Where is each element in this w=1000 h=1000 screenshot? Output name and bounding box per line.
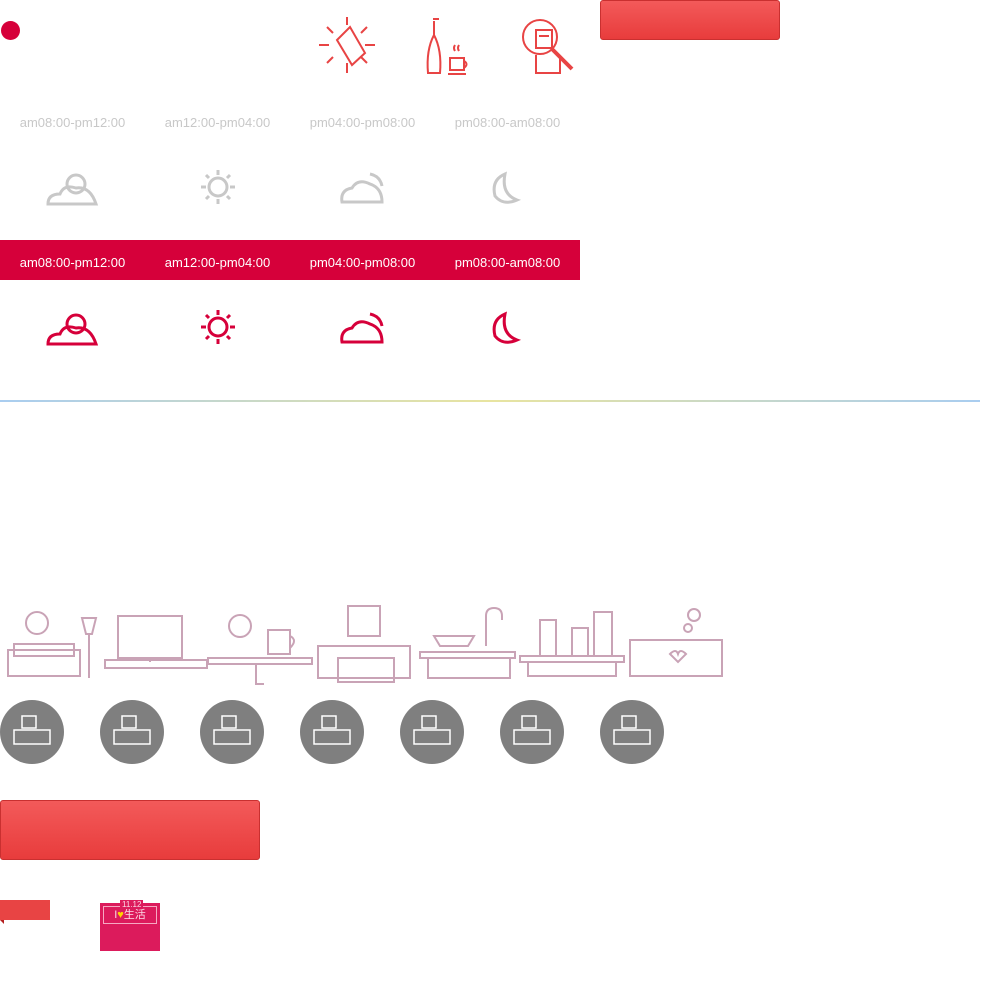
- room-thumbnail-icon: [13, 715, 51, 745]
- time-icons-red: [46, 310, 522, 346]
- room-button-living-room[interactable]: [0, 700, 64, 764]
- red-dot: [1, 21, 20, 40]
- time-slot-label: am12:00-pm04:00: [164, 115, 271, 130]
- room-thumbnail-icon: [313, 715, 351, 745]
- room-button-bedroom[interactable]: [300, 700, 364, 764]
- time-icons-grey: [46, 170, 522, 206]
- sun-icon: [201, 310, 235, 344]
- bathroom-icon: [519, 611, 625, 677]
- cloud-moon-icon: [340, 312, 384, 344]
- time-slot-band-active: am08:00-pm12:00 am12:00-pm04:00 pm04:00-…: [0, 240, 580, 280]
- time-slot-active[interactable]: pm08:00-am08:00: [435, 255, 580, 270]
- badge-date: 11.12: [120, 900, 144, 909]
- love-life-badge: I♥生活 11.12: [100, 900, 160, 951]
- room-thumbnail-icon: [213, 715, 251, 745]
- kitchen-icon: [419, 606, 516, 679]
- room-button-kitchen[interactable]: [400, 700, 464, 764]
- room-button-nursery[interactable]: [600, 700, 664, 764]
- sun-cloud-icon: [46, 173, 99, 206]
- bed-icon: [317, 605, 411, 683]
- sun-icon: [201, 170, 235, 204]
- room-button-bathroom[interactable]: [500, 700, 564, 764]
- sun-cloud-icon: [46, 313, 99, 346]
- top-icons: [319, 17, 574, 75]
- price-tag-icon: [319, 17, 375, 73]
- red-tag: [0, 900, 50, 924]
- room-thumbnail-icon: [513, 715, 551, 745]
- cloud-moon-icon: [340, 172, 384, 204]
- divider: [0, 400, 980, 402]
- room-line-art: [7, 605, 723, 685]
- tv-icon: [104, 615, 208, 669]
- room-thumbnail-icon: [613, 715, 651, 745]
- time-slot-label: am08:00-pm12:00: [19, 115, 126, 130]
- time-slot-active[interactable]: pm04:00-pm08:00: [290, 255, 435, 270]
- red-button-large[interactable]: [0, 800, 260, 860]
- moon-icon: [492, 311, 522, 344]
- room-button-bedroom-tv[interactable]: [100, 700, 164, 764]
- sun-coffee-icon: [207, 614, 313, 685]
- time-slot-active[interactable]: am12:00-pm04:00: [145, 255, 290, 270]
- red-button-small[interactable]: [600, 0, 780, 40]
- crib-icon: [629, 608, 723, 677]
- room-button-balcony[interactable]: [200, 700, 264, 764]
- room-thumbnail-icon: [113, 715, 151, 745]
- room-thumbnail-icon: [413, 715, 451, 745]
- sofa-icon: [7, 611, 98, 678]
- bottle-coffee-icon: [426, 18, 468, 75]
- time-slot-label: pm08:00-am08:00: [454, 115, 561, 130]
- time-slot-label: pm04:00-pm08:00: [309, 115, 416, 130]
- time-slot-active[interactable]: am08:00-pm12:00: [0, 255, 145, 270]
- moon-icon: [492, 171, 522, 204]
- badge-text: 生活: [123, 909, 146, 921]
- search-document-icon: [522, 19, 574, 74]
